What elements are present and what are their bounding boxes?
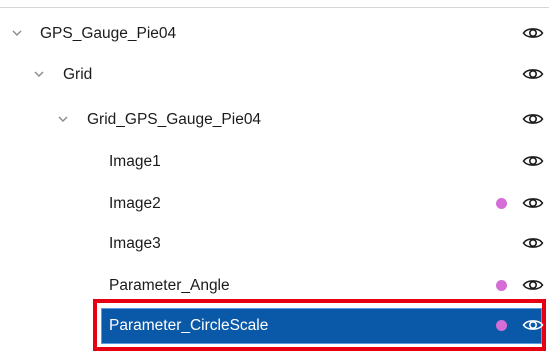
eye-icon[interactable]: [522, 235, 544, 251]
chevron-down-icon[interactable]: [56, 112, 70, 126]
tree-item-image1[interactable]: Image1: [0, 146, 549, 178]
tree-item-parameter-circlescale[interactable]: Parameter_CircleScale: [0, 310, 549, 342]
tree-item-image3[interactable]: Image3: [0, 228, 549, 260]
eye-icon[interactable]: [522, 277, 544, 293]
tree-item-grid-gps-gauge-pie04[interactable]: Grid_GPS_Gauge_Pie04: [0, 104, 549, 136]
eye-icon[interactable]: [522, 153, 544, 169]
tree-item-label: Image2: [109, 195, 161, 212]
tree-item-parameter-angle[interactable]: Parameter_Angle: [0, 270, 549, 302]
eye-icon[interactable]: [522, 195, 544, 211]
eye-icon[interactable]: [522, 111, 544, 127]
eye-icon[interactable]: [522, 66, 544, 82]
tree-item-gps-gauge-pie04[interactable]: GPS_Gauge_Pie04: [0, 18, 549, 50]
chevron-down-icon[interactable]: [10, 26, 24, 40]
modified-indicator-dot: [496, 198, 507, 209]
chevron-down-icon[interactable]: [32, 67, 46, 81]
modified-indicator-dot: [496, 320, 507, 331]
tree-item-label: Image3: [109, 235, 161, 252]
layer-tree: GPS_Gauge_Pie04 Grid Grid_GPS_Gauge_Pie0…: [0, 0, 549, 354]
tree-item-label: GPS_Gauge_Pie04: [40, 25, 177, 42]
tree-item-label: Image1: [109, 153, 161, 170]
modified-indicator-dot: [496, 280, 507, 291]
tree-item-label: Parameter_CircleScale: [109, 317, 269, 334]
tree-item-label: Grid: [63, 66, 93, 83]
tree-item-label: Grid_GPS_Gauge_Pie04: [87, 111, 262, 128]
tree-item-grid[interactable]: Grid: [0, 59, 549, 91]
eye-icon[interactable]: [522, 25, 544, 41]
eye-icon[interactable]: [522, 317, 544, 333]
tree-item-label: Parameter_Angle: [109, 277, 230, 294]
tree-item-image2[interactable]: Image2: [0, 188, 549, 220]
